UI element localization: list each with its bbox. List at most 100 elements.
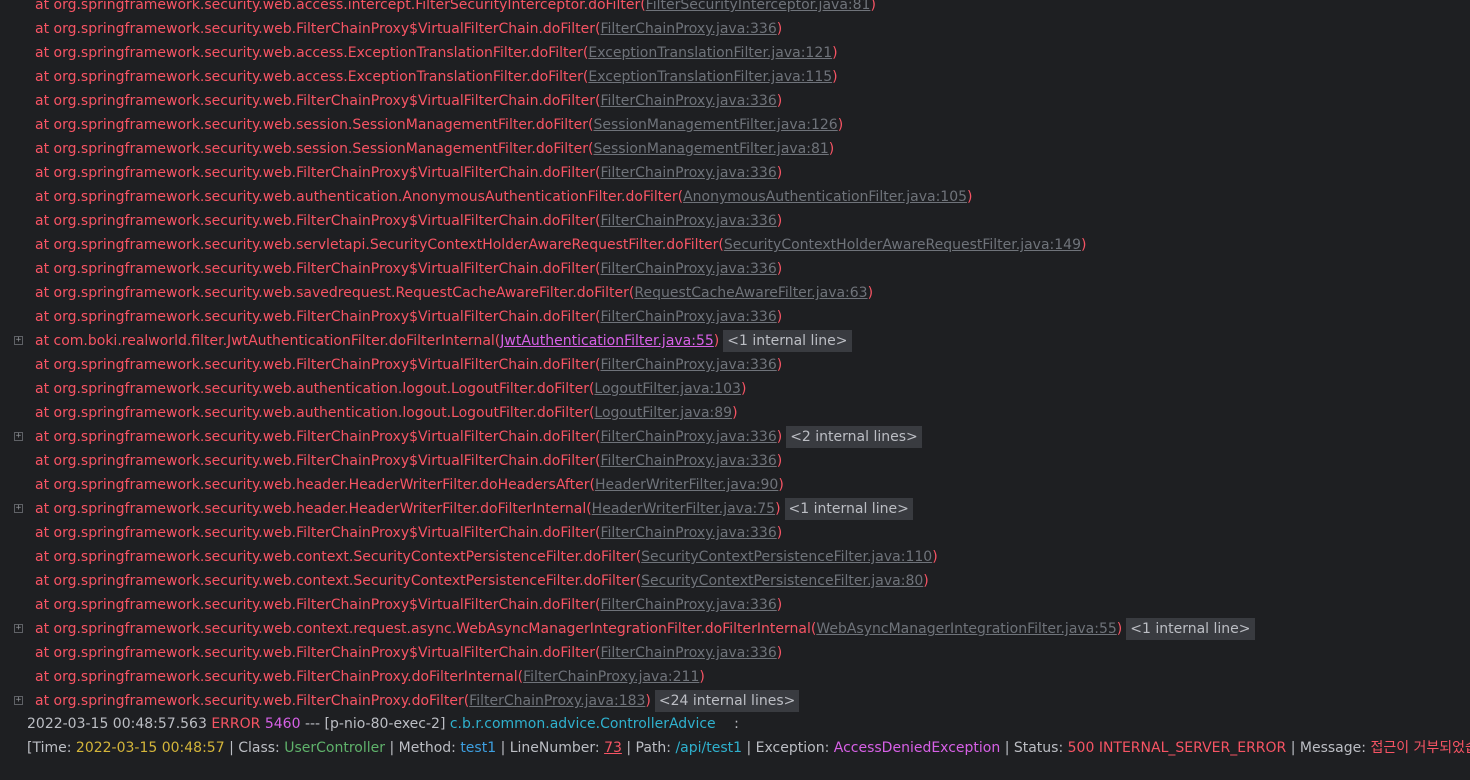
source-file-link[interactable]: FilterChainProxy.java:336 [600,309,776,325]
detail-method: test1 [460,740,497,756]
stack-trace-line: at org.springframework.security.web.acce… [0,65,1470,89]
stack-trace-line: at org.springframework.security.web.acce… [0,41,1470,65]
stack-trace-line: at org.springframework.security.web.sess… [0,137,1470,161]
source-file-link[interactable]: FilterChainProxy.java:336 [600,645,776,661]
detail-status-label: | Status: [1004,740,1064,756]
stack-frame-text: at org.springframework.security.web.Filt… [35,597,601,613]
stack-frame-close: ) [832,69,838,85]
source-file-link[interactable]: ExceptionTranslationFilter.java:115 [588,69,832,85]
stack-trace-line: at org.springframework.security.web.Filt… [0,305,1470,329]
stack-frame-close: ) [776,261,783,277]
log-level: ERROR [211,716,261,732]
detail-message: 접근이 거부되었습니다. [1370,740,1470,756]
source-file-link[interactable]: SecurityContextPersistenceFilter.java:11… [641,549,932,565]
source-file-link[interactable]: WebAsyncManagerIntegrationFilter.java:55 [816,621,1116,637]
internal-lines-toggle[interactable]: <2 internal lines> [786,426,922,448]
detail-open: [Time: [27,740,72,756]
source-file-link[interactable]: JwtAuthenticationFilter.java:55 [500,333,714,349]
stack-trace-line: + at org.springframework.security.web.Fil… [0,425,1470,449]
stack-frame-text: at org.springframework.security.web.serv… [35,237,724,253]
source-file-link[interactable]: FilterChainProxy.java:336 [600,357,776,373]
source-file-link[interactable]: FilterChainProxy.java:336 [600,453,776,469]
source-file-link[interactable]: AnonymousAuthenticationFilter.java:105 [683,189,967,205]
detail-message-label: | Message: [1290,740,1366,756]
expand-fold-icon[interactable]: + [14,336,23,345]
stack-frame-close: ) [713,333,720,349]
log-pid: 5460 [264,716,301,732]
stack-frame-text: at org.springframework.security.web.Filt… [35,669,524,685]
stack-trace-line: at org.springframework.security.web.Filt… [0,17,1470,41]
stack-trace-line: at org.springframework.security.web.sess… [0,113,1470,137]
stack-frame-close: ) [832,45,838,61]
log-thread: [p-nio-80-exec-2] [324,716,446,732]
stack-frame-close: ) [1080,237,1087,253]
stack-frame-close: ) [732,405,738,421]
stack-frame-text: at org.springframework.security.web.Filt… [35,21,601,37]
source-file-link[interactable]: SessionManagementFilter.java:81 [593,141,828,157]
source-file-link[interactable]: SessionManagementFilter.java:126 [593,117,837,133]
source-file-link[interactable]: FilterChainProxy.java:336 [600,597,776,613]
source-file-link[interactable]: FilterChainProxy.java:336 [600,261,776,277]
source-file-link[interactable]: ExceptionTranslationFilter.java:121 [588,45,832,61]
expand-fold-icon[interactable]: + [14,696,23,705]
stack-frame-text: at org.springframework.security.web.Filt… [35,309,601,325]
stack-frame-close: ) [776,93,783,109]
source-file-link[interactable]: LogoutFilter.java:89 [594,405,732,421]
source-file-link[interactable]: RequestCacheAwareFilter.java:63 [634,285,867,301]
stack-frame-text: at org.springframework.security.web.head… [35,477,595,493]
expand-fold-icon[interactable]: + [14,624,23,633]
internal-lines-toggle[interactable]: <1 internal line> [1126,618,1255,640]
source-file-link[interactable]: FilterChainProxy.java:336 [600,213,776,229]
stack-frame-close: ) [776,429,783,445]
detail-path-label: | Path: [626,740,671,756]
source-file-link[interactable]: SecurityContextPersistenceFilter.java:80 [641,573,923,589]
stack-frame-text: at org.springframework.security.web.Filt… [35,165,601,181]
detail-class-label: | Class: [229,740,280,756]
stack-frame-close: ) [776,597,783,613]
internal-lines-toggle[interactable]: <1 internal line> [784,498,913,520]
stack-trace-line: at org.springframework.security.web.auth… [0,377,1470,401]
log-timestamp: 2022-03-15 00:48:57.563 [27,716,207,732]
log-error-line: 2022-03-15 00:48:57.563 ERROR 5460 --- [… [0,712,1470,736]
internal-lines-toggle[interactable]: <24 internal lines> [654,690,800,712]
stack-trace-line: at org.springframework.security.web.cont… [0,545,1470,569]
expand-fold-icon[interactable]: + [14,432,23,441]
stack-frame-text: at org.springframework.security.web.sess… [35,117,594,133]
stack-trace: at org.springframework.security.web.acce… [0,0,1470,713]
source-file-link[interactable]: LogoutFilter.java:103 [594,381,741,397]
stack-trace-line: + at org.springframework.security.web.Fil… [0,689,1470,713]
source-file-link[interactable]: FilterChainProxy.java:336 [600,525,776,541]
source-file-link[interactable]: FilterChainProxy.java:336 [600,21,776,37]
stack-trace-line: at org.springframework.security.web.auth… [0,185,1470,209]
source-file-link[interactable]: FilterChainProxy.java:211 [523,669,699,685]
stack-trace-line: + at org.springframework.security.web.hea… [0,497,1470,521]
stack-frame-text: at org.springframework.security.web.cont… [35,573,642,589]
source-file-link[interactable]: HeaderWriterFilter.java:90 [595,477,778,493]
stack-frame-close: ) [867,285,874,301]
console-output[interactable]: at org.springframework.security.web.acce… [0,0,1470,780]
stack-trace-line: at org.springframework.security.web.Filt… [0,449,1470,473]
expand-fold-icon[interactable]: + [14,504,23,513]
stack-frame-close: ) [776,357,783,373]
stack-frame-text: at org.springframework.security.web.Filt… [35,453,601,469]
source-file-link[interactable]: SecurityContextHolderAwareRequestFilter.… [724,237,1081,253]
source-file-link[interactable]: HeaderWriterFilter.java:75 [592,501,775,517]
source-file-link[interactable]: FilterChainProxy.java:183 [469,693,645,709]
stack-trace-line: + at com.boki.realworld.filter.JwtAuthent… [0,329,1470,353]
source-file-link[interactable]: FilterChainProxy.java:336 [600,93,776,109]
source-file-link[interactable]: FilterChainProxy.java:336 [600,429,776,445]
log-logger: c.b.r.common.advice.ControllerAdvice [449,716,716,732]
source-file-link[interactable]: FilterSecurityInterceptor.java:81 [646,0,871,13]
stack-frame-close: ) [776,645,783,661]
stack-frame-close: ) [776,165,783,181]
stack-frame-text: at org.springframework.security.web.Filt… [35,357,601,373]
stack-frame-text: at org.springframework.security.web.auth… [35,189,684,205]
stack-frame-close: ) [778,477,784,493]
stack-trace-line: at org.springframework.security.web.acce… [0,0,1470,17]
stack-frame-text: at com.boki.realworld.filter.JwtAuthenti… [35,333,501,349]
detail-path: /api/test1 [675,740,743,756]
source-file-link[interactable]: FilterChainProxy.java:336 [600,165,776,181]
internal-lines-toggle[interactable]: <1 internal line> [723,330,852,352]
detail-line-number-link[interactable]: 73 [604,740,622,756]
stack-frame-close: ) [923,573,929,589]
